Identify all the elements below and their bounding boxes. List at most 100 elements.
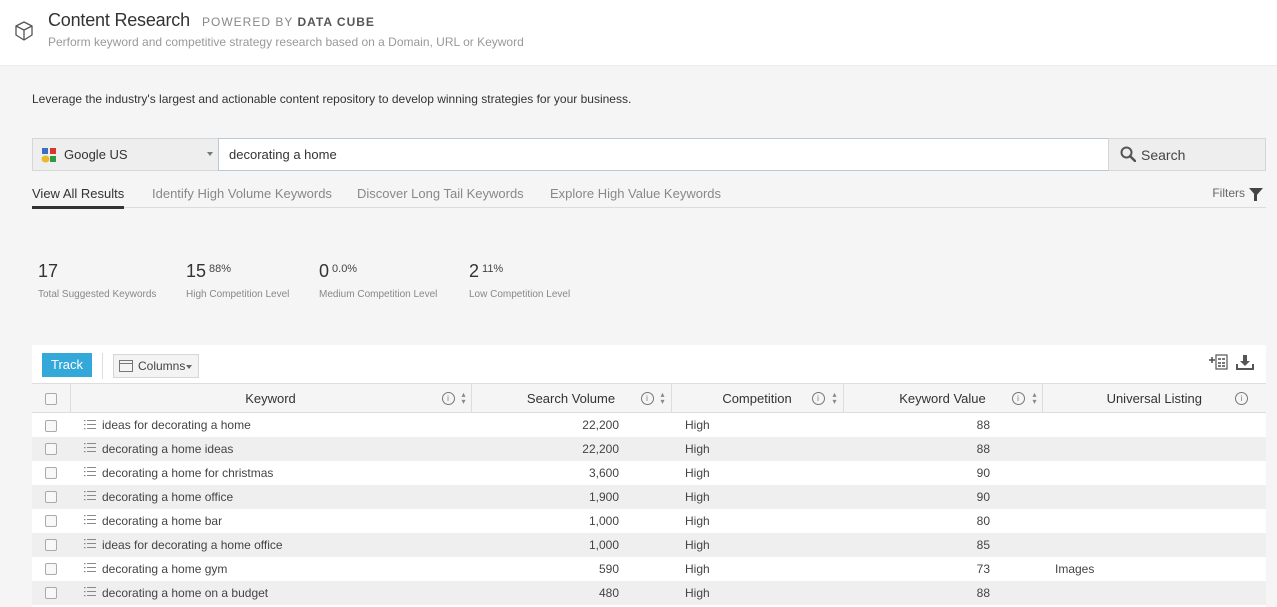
info-icon[interactable]: i: [1235, 392, 1248, 405]
list-icon[interactable]: [84, 491, 96, 501]
sort-icon[interactable]: ▴ ▾: [831, 391, 839, 406]
list-icon[interactable]: [84, 539, 96, 549]
row-checkbox[interactable]: [45, 467, 57, 480]
column-header-keyword[interactable]: Keyword i ▴ ▾: [70, 383, 472, 413]
row-select-cell: [32, 557, 70, 581]
columns-label: Columns: [138, 359, 186, 373]
select-all-header: [32, 383, 71, 413]
row-checkbox[interactable]: [45, 515, 57, 528]
tab-view-all-results[interactable]: View All Results: [32, 186, 125, 209]
page-subtitle: Perform keyword and competitive strategy…: [48, 35, 524, 49]
search-volume-cell: 590: [598, 561, 619, 576]
row-select-cell: [32, 413, 70, 437]
keyword-cell: ideas for decorating a home office: [70, 532, 471, 557]
column-header-search-volume[interactable]: Search Volume i ▴ ▾: [471, 383, 672, 413]
row-select-cell: [32, 461, 70, 485]
competition-cell: High: [685, 513, 710, 528]
columns-dropdown[interactable]: Columns: [113, 354, 199, 378]
competition-cell: High: [685, 465, 710, 480]
sort-icon[interactable]: ▴ ▾: [659, 391, 667, 406]
row-checkbox[interactable]: [45, 563, 57, 576]
sort-icon[interactable]: ▴ ▾: [460, 391, 468, 406]
row-select-cell: [32, 532, 70, 557]
keyword-text[interactable]: decorating a home gym: [102, 562, 227, 576]
universal-listing-cell: [1042, 580, 1266, 605]
info-icon[interactable]: i: [1011, 392, 1025, 405]
column-header-label: Keyword: [245, 390, 296, 406]
keyword-value-cell: 90: [843, 484, 1042, 509]
keyword-text[interactable]: decorating a home ideas: [102, 442, 233, 456]
list-icon[interactable]: [84, 419, 96, 430]
column-header-keyword-value[interactable]: Keyword Value i ▴ ▾: [843, 383, 1043, 413]
sort-icon[interactable]: ▴ ▾: [1031, 391, 1039, 406]
keyword-cell: decorating a home bar: [70, 509, 471, 533]
tab-identify-high-volume[interactable]: Identify High Volume Keywords: [152, 186, 332, 208]
filter-icon-stem: [1254, 194, 1257, 201]
search-engine-label: Google US: [64, 147, 128, 162]
cube-icon: [15, 21, 33, 41]
row-checkbox[interactable]: [45, 539, 57, 552]
row-checkbox[interactable]: [45, 587, 57, 600]
universal-listing-cell: [1042, 532, 1266, 557]
results-tabs: View All Results Identify High Volume Ke…: [32, 186, 1266, 209]
competition-cell: High: [671, 436, 843, 461]
keyword-text[interactable]: decorating a home office: [102, 490, 233, 504]
select-all-checkbox[interactable]: [44, 393, 57, 406]
info-icon[interactable]: i: [640, 392, 654, 405]
add-to-list-icon[interactable]: [1208, 353, 1228, 371]
row-select-cell: [32, 436, 70, 461]
info-icon[interactable]: i: [811, 392, 825, 405]
columns-icon: [119, 360, 133, 372]
filters-label: Filters: [1212, 186, 1245, 200]
list-icon[interactable]: [84, 515, 96, 525]
keyword-text[interactable]: decorating a home for christmas: [102, 466, 273, 480]
info-icon[interactable]: i: [441, 392, 455, 405]
tab-discover-long-tail[interactable]: Discover Long Tail Keywords: [357, 186, 524, 208]
keyword-text[interactable]: ideas for decorating a home: [102, 418, 251, 432]
stat-value: 17: [38, 261, 59, 281]
column-header-competition[interactable]: Competition i ▴ ▾: [671, 383, 844, 413]
keyword-text[interactable]: decorating a home on a budget: [102, 586, 268, 600]
page-title: Content Research: [48, 10, 190, 30]
keyword-cell: ideas for decorating a home: [70, 413, 471, 437]
page-header: Content Research POWERED BY DATA CUBE Pe…: [0, 0, 1277, 66]
keyword-text[interactable]: ideas for decorating a home office: [102, 538, 283, 552]
row-checkbox[interactable]: [45, 443, 57, 456]
table-row: decorating a home bar 1,000 High 80: [32, 509, 1266, 533]
stat-label: Medium Competition Level: [319, 289, 438, 300]
row-checkbox[interactable]: [45, 419, 57, 432]
keyword-cell: decorating a home office: [70, 484, 471, 509]
table-row: decorating a home on a budget 480 High 88: [32, 580, 1266, 605]
results-panel: Track Columns Keyword i ▴ ▾ Search Volum…: [32, 345, 1266, 607]
keyword-search-input[interactable]: [218, 138, 1109, 171]
list-icon[interactable]: [84, 467, 96, 477]
list-icon[interactable]: [84, 587, 96, 597]
tab-explore-high-value[interactable]: Explore High Value Keywords: [550, 186, 721, 208]
search-button[interactable]: Search: [1108, 138, 1266, 171]
search-volume-cell: 480: [471, 580, 671, 605]
lead-text: Leverage the industry's largest and acti…: [32, 92, 632, 106]
stat-value: 0: [319, 261, 330, 281]
row-checkbox[interactable]: [45, 491, 57, 504]
table-row: decorating a home ideas 22,200 High 88: [32, 436, 1266, 461]
column-header-universal-listing[interactable]: Universal Listing i: [1042, 383, 1266, 413]
list-icon[interactable]: [84, 443, 96, 453]
filters-button[interactable]: Filters: [1212, 186, 1266, 201]
table-row: decorating a home gym 590 High 73 Images: [32, 557, 1266, 581]
search-engine-select[interactable]: Google US: [32, 138, 219, 171]
download-icon[interactable]: [1236, 353, 1254, 371]
stat-label: High Competition Level: [186, 289, 290, 300]
universal-listing-cell: Images: [1055, 561, 1095, 576]
powered-by-prefix: POWERED BY: [202, 15, 294, 29]
table-row: ideas for decorating a home 22,200 High 88: [32, 413, 1266, 437]
row-select-cell: [32, 509, 70, 533]
search-volume-cell: 22,200: [582, 417, 619, 432]
track-button[interactable]: Track: [42, 353, 92, 377]
keyword-text[interactable]: decorating a home bar: [102, 514, 222, 528]
keyword-cell: decorating a home ideas: [70, 436, 471, 461]
universal-listing-cell: [1042, 436, 1266, 461]
stat-high-competition: 15 88% High Competition Level: [186, 261, 289, 300]
list-icon[interactable]: [84, 563, 96, 573]
powered-by-brand: DATA CUBE: [297, 15, 375, 29]
toolbar-divider: [102, 353, 103, 379]
